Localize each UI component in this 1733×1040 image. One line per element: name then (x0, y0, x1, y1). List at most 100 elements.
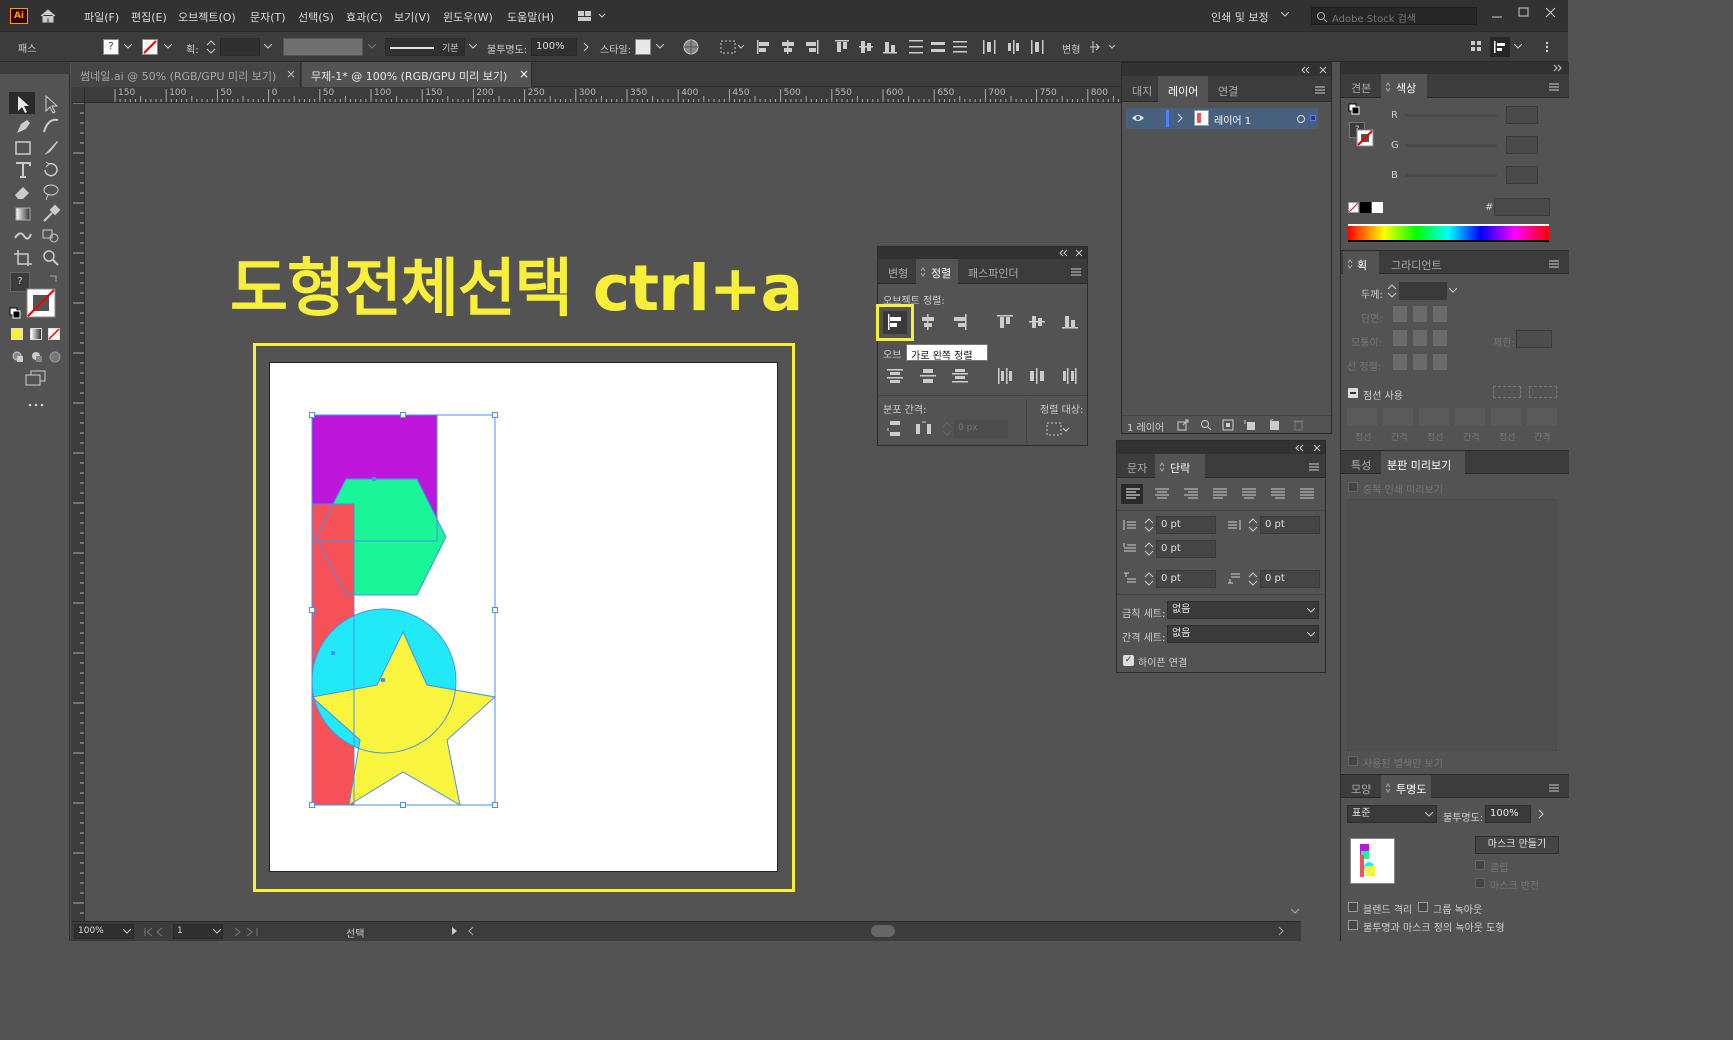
stepper-icon[interactable] (1144, 571, 1154, 587)
weight-field[interactable] (1399, 282, 1447, 300)
draw-normal-icon[interactable] (11, 350, 25, 364)
stepper-icon[interactable] (1248, 571, 1258, 587)
stepper-icon[interactable] (1144, 517, 1154, 533)
chevron-down-icon[interactable] (1307, 608, 1315, 614)
curvature-tool-icon[interactable] (40, 116, 62, 136)
more-icon[interactable] (1540, 40, 1554, 54)
distribute-top-button[interactable] (886, 367, 904, 385)
color-stroke-swatch[interactable] (1356, 129, 1374, 147)
dock-drag-bar[interactable] (1341, 62, 1569, 74)
chevron-down-icon[interactable] (1425, 812, 1433, 818)
gradient-tool-icon[interactable] (12, 204, 34, 224)
chevron-down-icon[interactable] (123, 929, 131, 935)
selection-indicator[interactable] (1310, 115, 1316, 121)
right-indent-field[interactable]: 0 pt (1260, 516, 1320, 534)
menu-effect[interactable]: 효과(C) (346, 9, 383, 25)
stepper-icon[interactable] (1248, 517, 1258, 533)
scroll-left-icon[interactable] (467, 926, 475, 936)
knockout-group-checkbox[interactable] (1418, 902, 1428, 912)
chevron-down-icon[interactable] (264, 44, 272, 50)
stock-search-field[interactable]: Adobe Stock 검색 (1311, 7, 1477, 25)
close-panel-icon[interactable] (1313, 444, 1321, 452)
horizontal-spacing-button[interactable] (915, 420, 933, 438)
tab-artboards[interactable]: 대지 (1132, 83, 1152, 99)
tab-untitled[interactable]: 무제-1* @ 100% (RGB/GPU 미리 보기) × (302, 62, 532, 87)
align-stroke-buttons[interactable] (1393, 354, 1447, 370)
chevron-down-icon[interactable] (164, 44, 172, 50)
target-icon[interactable] (1296, 114, 1306, 124)
overprint-preview-checkbox[interactable] (1348, 482, 1358, 492)
collapse-panel-icon[interactable] (1059, 249, 1069, 257)
none-color-swatch[interactable] (1348, 202, 1359, 213)
puppet-warp-tool-icon[interactable] (12, 226, 34, 246)
hex-field[interactable] (1494, 198, 1550, 216)
cap-buttons[interactable] (1393, 306, 1447, 322)
rectangle-tool-icon[interactable] (12, 138, 34, 158)
artboard-nav-first-icon[interactable] (143, 926, 167, 938)
spot-colors-checkbox[interactable] (1348, 756, 1358, 766)
slider-r[interactable] (1405, 114, 1497, 117)
stepper-icon[interactable] (1387, 283, 1397, 299)
pen-tool-icon[interactable] (12, 116, 34, 136)
corner-buttons[interactable] (1393, 330, 1447, 346)
chevron-down-icon[interactable] (213, 929, 221, 935)
maximize-icon[interactable] (1517, 6, 1531, 20)
vertical-spacing-button[interactable] (886, 420, 904, 438)
chevron-down-icon[interactable] (1514, 44, 1522, 50)
chevron-down-icon[interactable] (368, 44, 376, 50)
draw-behind-icon[interactable] (30, 350, 44, 364)
slider-b[interactable] (1405, 174, 1497, 177)
menu-select[interactable]: 선택(S) (298, 9, 334, 25)
tab-transparency[interactable]: 투명도 (1396, 781, 1426, 797)
none-mode-button[interactable] (48, 328, 60, 340)
delete-layer-icon[interactable] (1292, 419, 1304, 431)
direct-selection-tool-icon[interactable] (40, 94, 62, 114)
transform-icon[interactable] (1089, 39, 1117, 55)
align-hcenter-button[interactable] (919, 313, 937, 331)
artboard-tool-icon[interactable] (12, 248, 34, 268)
menu-edit[interactable]: 편집(E) (131, 9, 167, 25)
status-menu-icon[interactable] (451, 926, 459, 936)
menu-view[interactable]: 보기(V) (394, 9, 430, 25)
variable-width-profile[interactable] (283, 38, 363, 56)
chevron-down-icon[interactable] (1307, 632, 1315, 638)
home-icon[interactable] (39, 8, 57, 24)
tab-attributes[interactable]: 특성 (1351, 457, 1371, 473)
ruler-corner[interactable] (71, 87, 85, 103)
stepper-icon[interactable] (1144, 541, 1154, 557)
selection-tool-icon[interactable] (12, 94, 34, 114)
workspace-switcher[interactable]: 인쇄 및 보정 (1211, 9, 1269, 25)
chevron-right-icon[interactable] (1537, 809, 1545, 819)
limit-field[interactable] (1516, 330, 1552, 348)
close-window-icon[interactable] (1544, 6, 1558, 20)
distribute-left-button[interactable] (996, 367, 1014, 385)
distribute-vcenter-button[interactable] (919, 367, 937, 385)
horizontal-ruler[interactable]: 150 100 50 0 50 100 150 200 250 300 350 400 450 500 55… (85, 87, 1121, 103)
b-value-field[interactable] (1506, 166, 1538, 184)
distribute-bottom-button[interactable] (951, 367, 969, 385)
spacing-field[interactable]: 0 px (954, 420, 1008, 438)
brush-definition[interactable]: 기본 (385, 38, 465, 56)
menu-object[interactable]: 오브젝트(O) (178, 9, 236, 25)
align-left-button[interactable] (886, 313, 904, 331)
stepper-icon[interactable] (942, 421, 952, 437)
tab-character[interactable]: 문자 (1127, 460, 1147, 476)
menu-help[interactable]: 도움말(H) (507, 9, 554, 25)
eraser-tool-icon[interactable] (12, 182, 34, 202)
default-colors-icon[interactable] (1348, 103, 1360, 115)
r-value-field[interactable] (1506, 106, 1538, 124)
invert-mask-checkbox[interactable] (1475, 878, 1485, 888)
tab-separations[interactable]: 분판 미리보기 (1387, 457, 1451, 473)
screen-mode-icon[interactable] (25, 370, 47, 386)
arrange-panels-icon[interactable] (1470, 40, 1482, 54)
panel-drag-bar[interactable] (878, 247, 1087, 259)
close-panel-icon[interactable] (1075, 249, 1083, 257)
panel-menu-icon[interactable] (1549, 783, 1559, 793)
new-sublayer-icon[interactable] (1244, 419, 1256, 431)
zoom-tool-icon[interactable] (40, 248, 62, 268)
layer-row[interactable]: 레이어 1 (1126, 108, 1318, 129)
export-icon[interactable] (1177, 419, 1189, 431)
tab-stroke[interactable]: 획 (1357, 257, 1367, 273)
make-mask-button[interactable]: 마스크 만들기 (1475, 836, 1559, 854)
g-value-field[interactable] (1506, 136, 1538, 154)
